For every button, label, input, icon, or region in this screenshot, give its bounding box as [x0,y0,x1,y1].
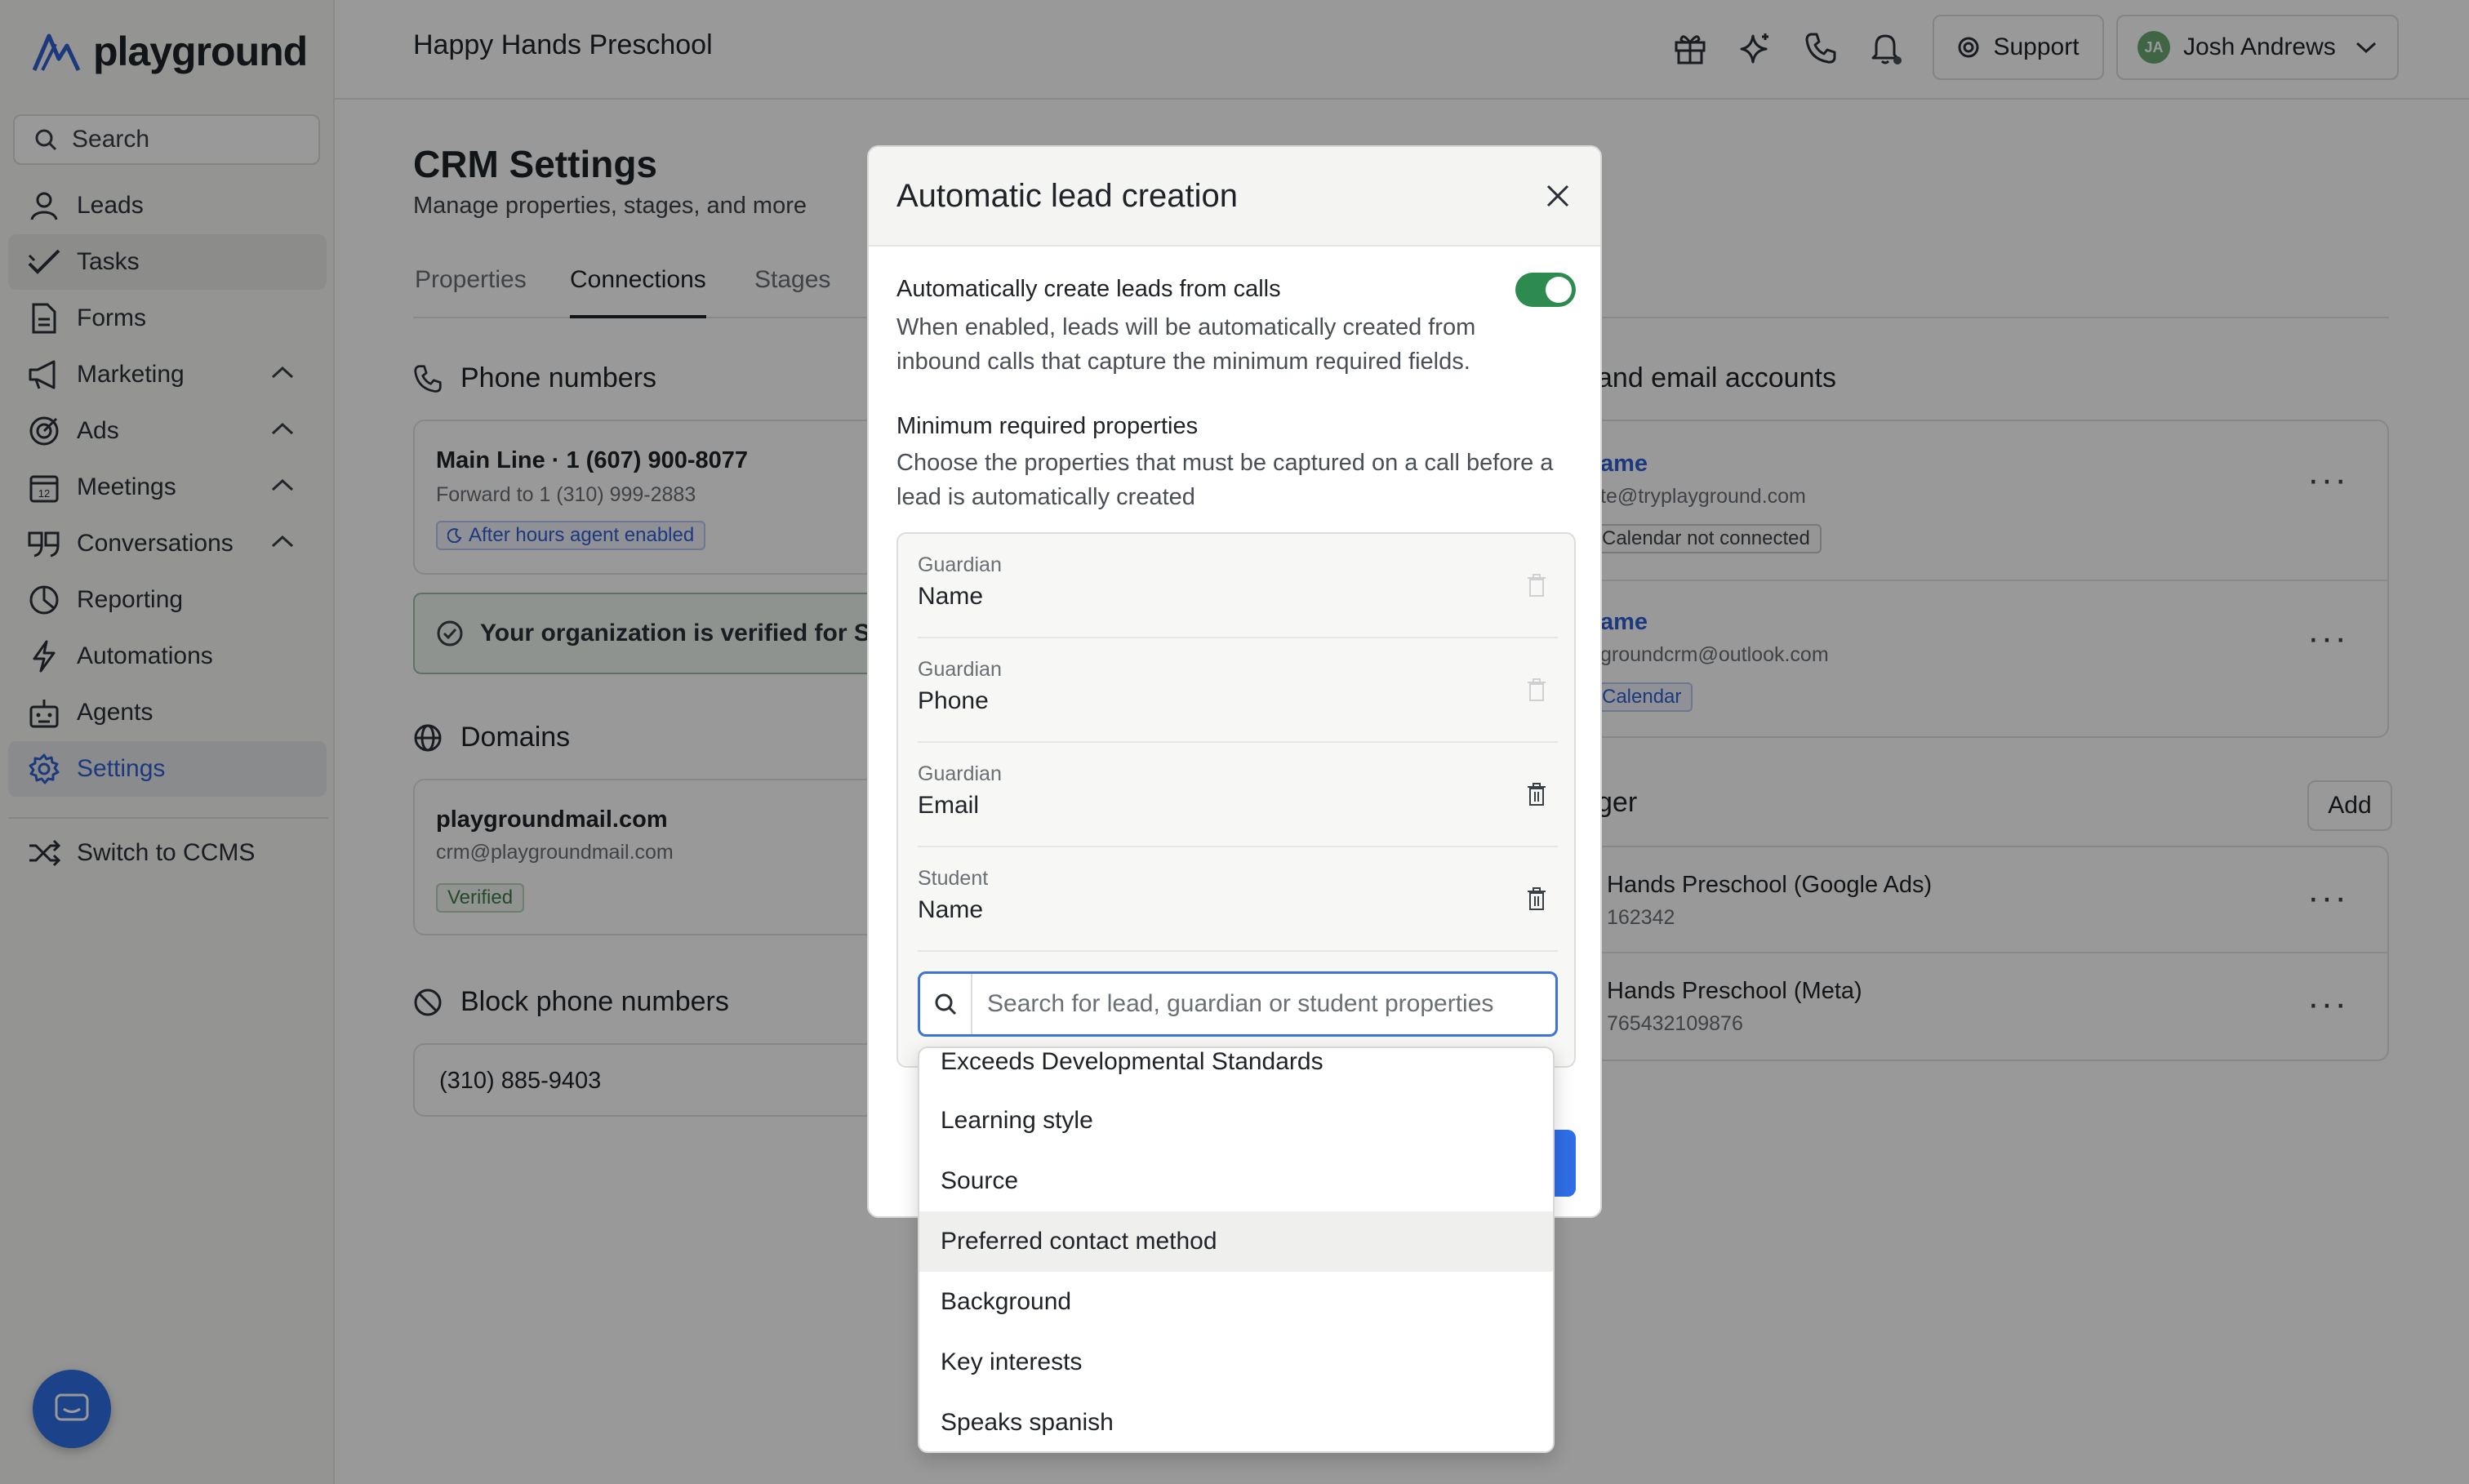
dropdown-option-highlighted[interactable]: Preferred contact method [919,1211,1553,1272]
property-row: Guardian Email [918,743,1558,847]
dropdown-option[interactable]: Background [919,1272,1553,1332]
property-name: Phone [918,687,989,714]
close-button[interactable] [1541,180,1574,212]
trash-icon[interactable] [1524,885,1550,913]
property-row: Student Name [918,847,1558,952]
auto-create-toggle[interactable] [1515,273,1576,307]
trash-icon [1524,676,1550,704]
property-name: Name [918,896,984,923]
property-row: Guardian Phone [918,638,1558,743]
close-icon [1546,184,1569,207]
required-properties-list: Guardian Name Guardian Phone Guardian Em… [896,532,1576,1068]
dropdown-option[interactable]: Learning style [919,1091,1553,1151]
min-properties-label: Minimum required properties [896,413,1199,439]
property-options-dropdown: Exceeds Developmental Standards Learning… [918,1046,1555,1453]
modal-header: Automatic lead creation [869,147,1600,247]
property-row: Guardian Name [918,534,1558,638]
auto-create-toggle-label: Automatically create leads from calls [896,276,1281,302]
modal-title: Automatic lead creation [896,178,1239,214]
property-group: Guardian [918,658,1002,681]
property-group: Student [918,867,989,890]
dropdown-option[interactable]: Exceeds Developmental Standards [919,1048,1553,1092]
min-properties-description: Choose the properties that must be captu… [896,450,1554,510]
dropdown-option[interactable]: Source [919,1151,1553,1211]
search-icon [920,974,972,1034]
property-group: Guardian [918,553,1002,576]
property-search-input[interactable] [972,990,1555,1018]
property-group: Guardian [918,762,1002,785]
auto-create-description: When enabled, leads will be automaticall… [896,314,1476,375]
dropdown-option[interactable]: Key interests [919,1332,1553,1393]
property-search-field[interactable] [918,971,1558,1037]
trash-icon [1524,571,1550,599]
trash-icon[interactable] [1524,780,1550,808]
property-name: Name [918,583,984,610]
dropdown-option[interactable]: Speaks spanish [919,1393,1553,1451]
property-name: Email [918,792,980,819]
